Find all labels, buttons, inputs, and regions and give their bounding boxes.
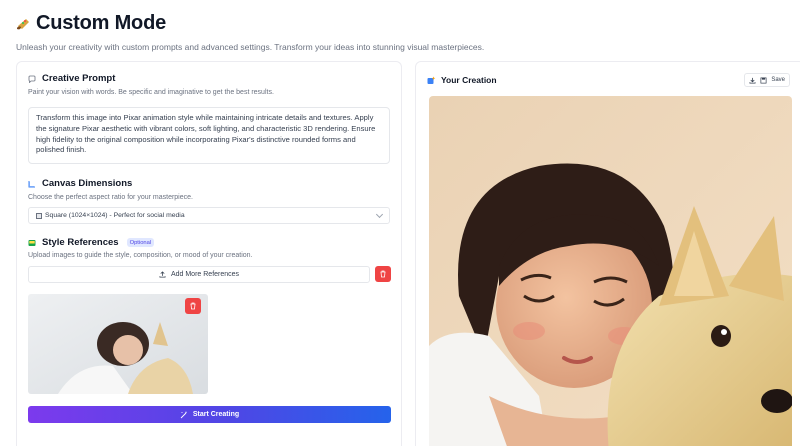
generated-artwork (429, 96, 792, 446)
prompt-description: Paint your vision with words. Be specifi… (28, 89, 274, 96)
chevron-down-icon (375, 210, 384, 218)
settings-card: Creative Prompt Paint your vision with w… (16, 61, 402, 446)
canvas-description: Choose the perfect aspect ratio for your… (28, 194, 193, 201)
creation-card: Your Creation Save (415, 61, 800, 446)
style-title: Style References (42, 237, 119, 248)
ruler-icon (28, 180, 35, 187)
page-header: Custom Mode Unleash your creativity with… (16, 12, 484, 52)
trash-icon (190, 302, 196, 310)
prompt-section-title: Creative Prompt (28, 73, 115, 84)
floppy-disk-icon (760, 77, 767, 83)
start-creating-button[interactable]: Start Creating (28, 406, 391, 423)
style-description: Upload images to guide the style, compos… (28, 252, 253, 259)
add-references-button[interactable]: Add More References (28, 266, 370, 283)
image-icon (28, 239, 36, 246)
page-title: Custom Mode (36, 12, 167, 34)
magic-wand-icon (180, 411, 187, 418)
save-button[interactable]: Save (744, 73, 790, 87)
prompt-textarea[interactable]: Transform this image into Pixar animatio… (28, 107, 390, 164)
chat-bubble-icon (28, 75, 36, 83)
palette-icon (17, 18, 29, 29)
remove-reference-button[interactable] (185, 298, 201, 314)
aspect-ratio-select[interactable]: Square (1024×1024) - Perfect for social … (28, 207, 390, 224)
aspect-ratio-value: Square (1024×1024) - Perfect for social … (45, 212, 185, 219)
canvas-section-title: Canvas Dimensions (28, 178, 132, 189)
delete-all-references-button[interactable] (375, 266, 391, 282)
download-icon (749, 77, 756, 84)
creation-title: Your Creation (427, 75, 497, 85)
square-icon (36, 212, 42, 219)
start-creating-label: Start Creating (192, 411, 240, 418)
sparkle-image-icon (427, 76, 436, 84)
reference-photo (28, 294, 208, 394)
save-label: Save (771, 77, 785, 83)
upload-icon (159, 271, 166, 278)
prompt-title: Creative Prompt (42, 73, 116, 84)
optional-badge: Optional (126, 238, 155, 247)
style-section-title: Style References Optional (28, 237, 155, 248)
creation-title-text: Your Creation (441, 75, 497, 85)
generated-image (429, 96, 792, 446)
add-references-label: Add More References (170, 271, 240, 278)
canvas-title: Canvas Dimensions (42, 178, 133, 189)
trash-icon (380, 270, 386, 278)
page-subtitle: Unleash your creativity with custom prom… (16, 42, 485, 52)
reference-thumbnail (28, 294, 208, 394)
